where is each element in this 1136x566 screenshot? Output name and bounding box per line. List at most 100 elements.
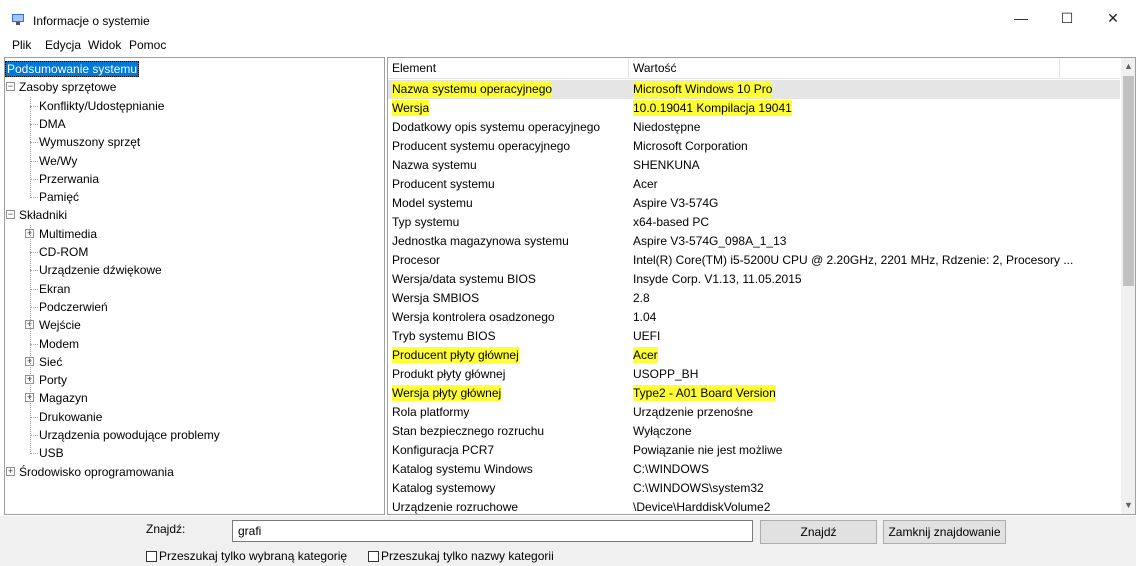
- tree-connector: [30, 197, 38, 199]
- cell-value-text: Urządzenie przenośne: [633, 405, 754, 419]
- tree-item[interactable]: Podsumowanie systemu: [5, 60, 140, 78]
- cell-value-text: C:\WINDOWS: [633, 462, 709, 476]
- close-find-button[interactable]: Zamknij znajdowanie: [883, 520, 1006, 544]
- tree-item[interactable]: Przerwania: [39, 170, 99, 188]
- checkbox-icon[interactable]: [146, 550, 157, 562]
- list-row[interactable]: Producent systemu Acer: [388, 175, 1120, 194]
- cell-element-text: Wersja/data systemu BIOS: [392, 272, 536, 286]
- tree-item[interactable]: Pamięć: [39, 188, 79, 206]
- collapse-icon[interactable]: −: [6, 210, 15, 220]
- cell-value: Microsoft Corporation: [629, 137, 1120, 156]
- tree-item[interactable]: CD-ROM: [39, 243, 88, 261]
- list-row[interactable]: Katalog systemowy C:\WINDOWS\system32: [388, 479, 1120, 498]
- details-list[interactable]: Element Wartość Nazwa systemu operacyjne…: [387, 57, 1136, 515]
- cell-value-text: Niedostępne: [633, 120, 701, 134]
- maximize-button[interactable]: ☐: [1044, 0, 1090, 36]
- list-row[interactable]: Producent płyty głównej Acer: [388, 346, 1120, 365]
- tree-item[interactable]: DMA: [39, 115, 66, 133]
- tree-item[interactable]: Modem: [39, 335, 79, 353]
- cell-element-text: Katalog systemu Windows: [392, 462, 533, 476]
- tree-item-label: Urządzenie dźwiękowe: [39, 263, 162, 278]
- cell-element: Katalog systemowy: [388, 479, 629, 498]
- cell-value: Urządzenie przenośne: [629, 403, 1120, 422]
- tree-item[interactable]: Sieć: [39, 353, 62, 371]
- list-row[interactable]: Produkt płyty głównej USOPP_BH: [388, 365, 1120, 384]
- column-header-value[interactable]: Wartość: [629, 58, 1060, 79]
- expand-icon[interactable]: +: [6, 466, 15, 476]
- checkbox-icon[interactable]: [368, 550, 379, 562]
- list-row[interactable]: Producent systemu operacyjnego Microsoft …: [388, 137, 1120, 156]
- list-row[interactable]: Dodatkowy opis systemu operacyjnego Niedo…: [388, 118, 1120, 137]
- cell-element-text: Stan bezpiecznego rozruchu: [392, 424, 545, 438]
- collapse-icon[interactable]: −: [6, 82, 15, 92]
- cell-element: Wersja kontrolera osadzonego: [388, 308, 629, 327]
- cell-value: Aspire V3-574G_098A_1_13: [629, 232, 1120, 251]
- list-row[interactable]: Wersja SMBIOS 2.8: [388, 289, 1120, 308]
- list-row[interactable]: Wersja/data systemu BIOS Insyde Corp. V1.…: [388, 270, 1120, 289]
- tree-connector: [30, 453, 38, 455]
- list-row[interactable]: Katalog systemu Windows C:\WINDOWS: [388, 460, 1120, 479]
- menu-bar: Plik Edycja Widok Pomoc: [0, 36, 1136, 56]
- cell-element: Producent systemu operacyjnego: [388, 137, 629, 156]
- tree-item-label: Urządzenia powodujące problemy: [39, 428, 220, 442]
- tree-item[interactable]: Multimedia: [39, 225, 97, 243]
- tree-item[interactable]: Magazyn: [39, 389, 88, 407]
- list-row[interactable]: Wersja kontrolera osadzonego 1.04: [388, 308, 1120, 327]
- tree-item[interactable]: USB: [39, 444, 64, 462]
- scroll-up-icon[interactable]: ▲: [1121, 58, 1135, 75]
- list-row[interactable]: Nazwa systemu operacyjnego Microsoft Wind…: [388, 80, 1120, 99]
- find-button[interactable]: Znajdź: [760, 520, 877, 544]
- list-row[interactable]: Model systemu Aspire V3-574G: [388, 194, 1120, 213]
- tree-item[interactable]: Środowisko oprogramowania: [19, 463, 174, 481]
- menu-file[interactable]: Plik: [12, 38, 31, 52]
- menu-edit[interactable]: Edycja: [45, 38, 81, 52]
- menu-help[interactable]: Pomoc: [129, 38, 166, 52]
- tree-item[interactable]: Podczerwień: [39, 298, 108, 316]
- list-row[interactable]: Jednostka magazynowa systemu Aspire V3-57…: [388, 232, 1120, 251]
- list-row[interactable]: Urządzenie rozruchowe \Device\HarddiskVol…: [388, 498, 1120, 514]
- tree-item[interactable]: Porty: [39, 371, 67, 389]
- checkbox-category-names[interactable]: Przeszukaj tylko nazwy kategorii: [368, 549, 554, 563]
- cell-value: Microsoft Windows 10 Pro: [629, 80, 1120, 99]
- list-row[interactable]: Wersja 10.0.19041 Kompilacja 19041: [388, 99, 1120, 118]
- list-row[interactable]: Procesor Intel(R) Core(TM) i5-5200U CPU @…: [388, 251, 1120, 270]
- vertical-scrollbar[interactable]: ▲ ▼: [1121, 58, 1135, 514]
- tree-item[interactable]: Zasoby sprzętowe: [19, 78, 116, 96]
- tree-item-label: DMA: [39, 116, 66, 131]
- minimize-button[interactable]: —: [998, 0, 1044, 36]
- list-row[interactable]: Konfiguracja PCR7 Powiązanie nie jest moż…: [388, 441, 1120, 460]
- tree-item[interactable]: Drukowanie: [39, 408, 102, 426]
- menu-view[interactable]: Widok: [88, 38, 121, 52]
- tree-item[interactable]: Konflikty/Udostępnianie: [39, 97, 164, 115]
- tree-item[interactable]: Urządzenie dźwiękowe: [39, 261, 162, 279]
- cell-element-text: Wersja płyty głównej: [392, 385, 502, 401]
- close-button[interactable]: ✕: [1090, 0, 1136, 36]
- cell-value: Acer: [629, 346, 1120, 365]
- tree-item[interactable]: Wymuszony sprzęt: [39, 133, 140, 151]
- scroll-down-icon[interactable]: ▼: [1121, 497, 1135, 514]
- cell-element: Wersja: [388, 99, 629, 118]
- cell-element: Wersja SMBIOS: [388, 289, 629, 308]
- category-tree[interactable]: Podsumowanie systemu Zasoby sprzętowe − Kon…: [4, 57, 385, 515]
- cell-value-text: Type2 - A01 Board Version: [633, 385, 776, 401]
- tree-item[interactable]: Ekran: [39, 280, 70, 298]
- checkbox-selected-category[interactable]: Przeszukaj tylko wybraną kategorię: [146, 549, 347, 563]
- scrollbar-thumb[interactable]: [1123, 76, 1134, 286]
- list-row[interactable]: Rola platformy Urządzenie przenośne: [388, 403, 1120, 422]
- tree-item-label: Podczerwień: [39, 299, 108, 314]
- list-row[interactable]: Stan bezpiecznego rozruchu Wyłączone: [388, 422, 1120, 441]
- tree-item[interactable]: Składniki: [19, 206, 67, 224]
- list-row[interactable]: Tryb systemu BIOS UEFI: [388, 327, 1120, 346]
- tree-item[interactable]: Urządzenia powodujące problemy: [39, 426, 220, 444]
- column-header-element[interactable]: Element: [388, 58, 629, 79]
- cell-value-text: \Device\HarddiskVolume2: [633, 500, 771, 514]
- list-row[interactable]: Nazwa systemu SHENKUNA: [388, 156, 1120, 175]
- list-row[interactable]: Typ systemu x64-based PC: [388, 213, 1120, 232]
- cell-element: Dodatkowy opis systemu operacyjnego: [388, 118, 629, 137]
- tree-item[interactable]: Wejście: [39, 316, 81, 334]
- find-input[interactable]: grafi: [232, 520, 753, 542]
- tree-item-label: USB: [39, 446, 64, 461]
- tree-item[interactable]: We/Wy: [39, 152, 77, 170]
- list-row[interactable]: Wersja płyty głównej Type2 - A01 Board Ve…: [388, 384, 1120, 403]
- cell-element-text: Katalog systemowy: [392, 481, 496, 495]
